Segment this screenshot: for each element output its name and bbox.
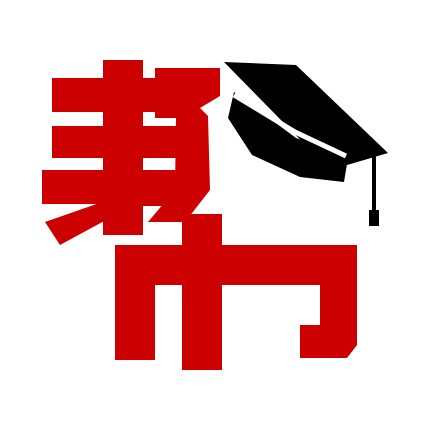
logo-artwork bbox=[42, 60, 388, 370]
graduation-cap-icon bbox=[224, 62, 388, 226]
app-logo bbox=[0, 0, 434, 434]
